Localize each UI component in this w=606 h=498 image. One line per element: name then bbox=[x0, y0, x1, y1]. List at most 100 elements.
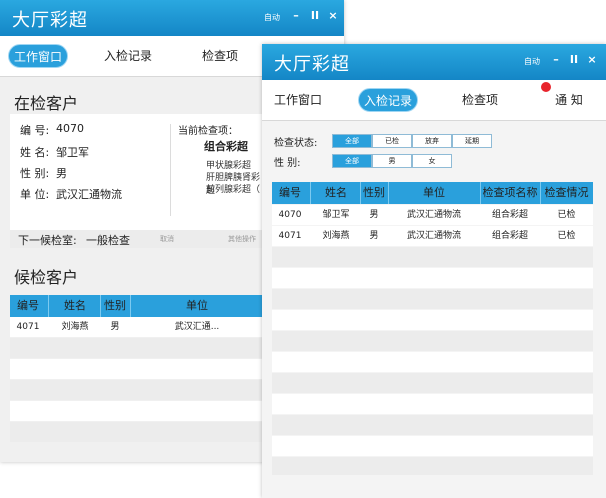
back-tab-checkin-records[interactable]: 入检记录 bbox=[98, 44, 158, 68]
cancel-button[interactable]: 取消 bbox=[160, 234, 174, 244]
empty-row bbox=[272, 457, 593, 475]
front-tab-notice[interactable]: 通 知 bbox=[544, 88, 594, 112]
cell-id: 4070 bbox=[278, 210, 302, 220]
empty-row bbox=[272, 436, 593, 456]
status-option-abandoned[interactable]: 放弃 bbox=[412, 134, 452, 148]
current-item-label: 当前检查项： bbox=[178, 126, 238, 137]
gender-filter-label: 性 别: bbox=[274, 158, 301, 169]
field-id-label: 编 号: bbox=[20, 124, 50, 137]
col-divider bbox=[48, 295, 49, 317]
field-name-label: 姓 名: bbox=[20, 146, 50, 159]
empty-row bbox=[272, 247, 593, 267]
front-minimize-icon[interactable]: – bbox=[550, 53, 562, 67]
col-gender[interactable]: 性别 bbox=[360, 182, 388, 204]
col-gender[interactable]: 性别 bbox=[100, 295, 130, 317]
waiting-table-body: 4071 刘海燕 男 武汉汇通... bbox=[10, 317, 264, 443]
cell-name: 刘海燕 bbox=[322, 231, 350, 241]
cell-check-status: 已检 bbox=[557, 231, 576, 241]
status-option-postponed[interactable]: 延期 bbox=[452, 134, 492, 148]
cell-gender: 男 bbox=[369, 210, 379, 220]
empty-row bbox=[10, 422, 264, 442]
cell-name: 刘海燕 bbox=[61, 322, 89, 332]
next-room-select[interactable]: 一般检查 bbox=[86, 232, 130, 248]
front-pause-icon[interactable]: II bbox=[568, 53, 580, 67]
cell-id: 4071 bbox=[278, 231, 302, 241]
empty-row bbox=[272, 331, 593, 351]
status-option-checked[interactable]: 已检 bbox=[372, 134, 412, 148]
records-table-header: 编号 姓名 性别 单位 检查项名称 检查情况 bbox=[272, 182, 593, 204]
table-row[interactable]: 4071 刘海燕 男 武汉汇通... bbox=[10, 317, 264, 337]
gender-option-female[interactable]: 女 bbox=[412, 154, 452, 168]
front-window: 大厅彩超 自动 – II × 工作窗口 入检记录 检查项 通 知 检查状态: 全… bbox=[262, 44, 606, 498]
empty-row bbox=[10, 338, 264, 358]
current-customer-title: 在检客户 bbox=[14, 94, 79, 113]
empty-row bbox=[272, 310, 593, 330]
empty-row bbox=[10, 359, 264, 379]
records-table-body: 4070 邹卫军 男 武汉汇通物流 组合彩超 已检 4071 刘海燕 男 武汉汇… bbox=[272, 205, 593, 475]
cell-check-status: 已检 bbox=[557, 210, 576, 220]
field-unit-label: 单 位: bbox=[20, 188, 50, 201]
waiting-table-header: 编号 姓名 性别 单位 bbox=[10, 295, 264, 317]
next-room-bar: 下一候检室: 一般检查 取消 其他操作 bbox=[10, 230, 264, 248]
field-gender-label: 性 别: bbox=[20, 167, 50, 180]
empty-row bbox=[272, 289, 593, 309]
empty-row bbox=[272, 268, 593, 288]
col-item-name[interactable]: 检查项名称 bbox=[480, 182, 540, 204]
empty-row bbox=[10, 401, 264, 421]
back-pause-icon[interactable]: II bbox=[309, 9, 321, 23]
status-option-all[interactable]: 全部 bbox=[332, 134, 372, 148]
col-unit[interactable]: 单位 bbox=[130, 295, 264, 317]
gender-option-male[interactable]: 男 bbox=[372, 154, 412, 168]
back-tab-work-window[interactable]: 工作窗口 bbox=[8, 44, 68, 68]
cell-unit: 武汉汇通... bbox=[174, 322, 220, 332]
empty-row bbox=[272, 415, 593, 435]
field-id-value: 4070 bbox=[56, 122, 84, 135]
panel-vertical-divider bbox=[170, 124, 171, 216]
col-id[interactable]: 编号 bbox=[272, 182, 308, 204]
front-tab-checkin-records[interactable]: 入检记录 bbox=[358, 88, 418, 112]
cell-item-name: 组合彩超 bbox=[491, 231, 528, 241]
cell-item-name: 组合彩超 bbox=[491, 210, 528, 220]
cell-name: 邹卫军 bbox=[322, 210, 350, 220]
cell-gender: 男 bbox=[369, 231, 379, 241]
back-title-bar[interactable]: 大厅彩超 自动 – II × bbox=[0, 0, 344, 36]
empty-row bbox=[10, 380, 264, 400]
front-nav-divider bbox=[262, 120, 606, 121]
cell-unit: 武汉汇通物流 bbox=[406, 231, 461, 241]
front-close-icon[interactable]: × bbox=[586, 53, 598, 67]
field-name-value: 邹卫军 bbox=[56, 146, 89, 159]
front-app-title: 大厅彩超 bbox=[274, 54, 350, 75]
cell-gender: 男 bbox=[110, 322, 120, 332]
col-unit[interactable]: 单位 bbox=[388, 182, 480, 204]
back-close-icon[interactable]: × bbox=[327, 9, 339, 23]
other-ops-button[interactable]: 其他操作 bbox=[228, 234, 256, 244]
col-id[interactable]: 编号 bbox=[10, 295, 46, 317]
cell-unit: 武汉汇通物流 bbox=[406, 210, 461, 220]
current-item-value: 组合彩超 bbox=[204, 140, 248, 153]
field-unit-value: 武汉汇通物流 bbox=[56, 188, 122, 201]
status-filter-label: 检查状态: bbox=[274, 138, 318, 149]
col-name[interactable]: 姓名 bbox=[312, 182, 360, 204]
col-check-status[interactable]: 检查情况 bbox=[540, 182, 593, 204]
sub-item: 前列腺彩超（ bbox=[206, 185, 261, 195]
front-tab-work-window[interactable]: 工作窗口 bbox=[268, 88, 328, 112]
empty-row bbox=[272, 373, 593, 393]
notice-badge-icon bbox=[541, 82, 551, 92]
table-row[interactable]: 4071 刘海燕 男 武汉汇通物流 组合彩超 已检 bbox=[272, 226, 593, 246]
field-gender-value: 男 bbox=[56, 167, 67, 180]
back-auto-toggle[interactable]: 自动 bbox=[264, 12, 280, 23]
front-tab-check-items[interactable]: 检查项 bbox=[450, 88, 510, 112]
cell-id: 4071 bbox=[16, 322, 40, 332]
col-divider bbox=[310, 182, 311, 204]
col-name[interactable]: 姓名 bbox=[50, 295, 100, 317]
front-nav: 工作窗口 入检记录 检查项 通 知 bbox=[262, 80, 606, 120]
table-row[interactable]: 4070 邹卫军 男 武汉汇通物流 组合彩超 已检 bbox=[272, 205, 593, 225]
front-auto-toggle[interactable]: 自动 bbox=[524, 56, 540, 67]
back-minimize-icon[interactable]: – bbox=[290, 9, 302, 23]
back-tab-check-items[interactable]: 检查项 bbox=[190, 44, 250, 68]
next-room-label: 下一候检室: bbox=[18, 234, 77, 247]
front-title-bar[interactable]: 大厅彩超 自动 – II × bbox=[262, 44, 606, 80]
gender-option-all[interactable]: 全部 bbox=[332, 154, 372, 168]
current-customer-panel: 编 号: 4070 姓 名: 邹卫军 性 别: 男 单 位: 武汉汇通物流 当前… bbox=[10, 114, 264, 230]
back-app-title: 大厅彩超 bbox=[12, 10, 88, 31]
